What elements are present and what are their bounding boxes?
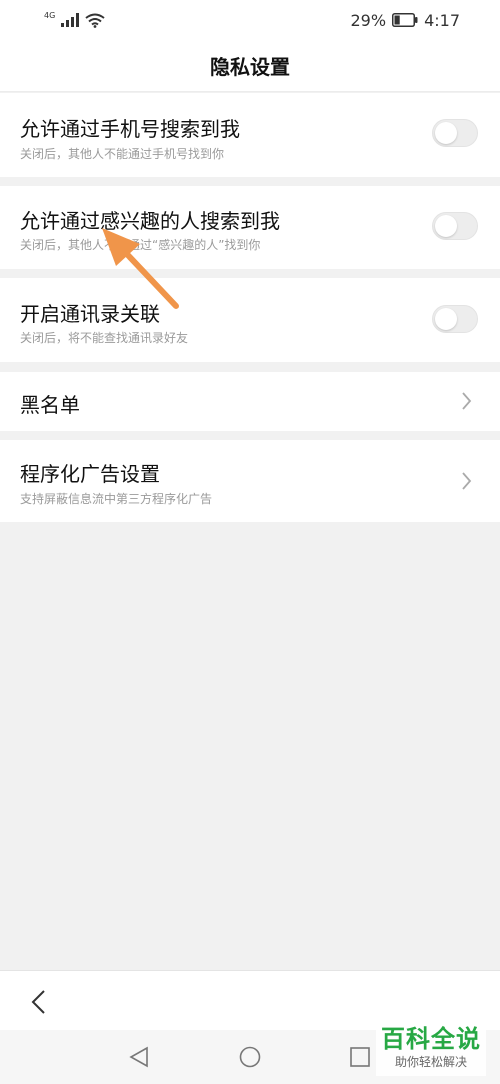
page-title: 隐私设置 <box>210 55 290 79</box>
battery-percent: 29% <box>350 10 387 30</box>
status-bar: 4G 29% 4:17 <box>0 0 500 40</box>
setting-title: 黑名单 <box>20 393 80 417</box>
nav-back-icon[interactable] <box>128 1046 150 1068</box>
page-header: 隐私设置 <box>0 40 500 92</box>
nav-home-icon[interactable] <box>239 1046 261 1068</box>
toggle-knob <box>435 215 457 237</box>
setting-title: 允许通过感兴趣的人搜索到我 <box>20 209 280 233</box>
watermark-logo: 百科全说 助你轻松解决 <box>376 1024 486 1076</box>
battery-icon <box>392 13 418 27</box>
signal-icon <box>61 13 80 27</box>
setting-subtitle: 关闭后，将不能查找通讯录好友 <box>20 331 189 345</box>
setting-row-blacklist[interactable]: 黑名单 <box>0 372 500 431</box>
nav-recents-icon[interactable] <box>350 1047 370 1067</box>
setting-subtitle: 支持屏蔽信息流中第三方程序化广告 <box>20 492 213 506</box>
network-type: 4G <box>44 11 56 20</box>
wifi-icon <box>85 13 105 28</box>
setting-row-interest-search[interactable]: 允许通过感兴趣的人搜索到我 关闭后，其他人不能通过“感兴趣的人”找到你 <box>0 186 500 269</box>
setting-title: 程序化广告设置 <box>20 462 160 486</box>
back-arrow-icon[interactable] <box>30 989 46 1015</box>
bottom-toolbar <box>0 970 500 1030</box>
setting-title: 允许通过手机号搜索到我 <box>20 117 240 141</box>
setting-row-contacts-link[interactable]: 开启通讯录关联 关闭后，将不能查找通讯录好友 <box>0 278 500 362</box>
setting-subtitle: 关闭后，其他人不能通过“感兴趣的人”找到你 <box>20 238 261 252</box>
chevron-right-icon <box>462 472 472 490</box>
phone-search-toggle[interactable] <box>432 119 478 147</box>
setting-row-phone-search[interactable]: 允许通过手机号搜索到我 关闭后，其他人不能通过手机号找到你 <box>0 93 500 177</box>
watermark-title: 百科全说 <box>381 1025 481 1053</box>
toggle-knob <box>435 308 457 330</box>
toggle-knob <box>435 122 457 144</box>
contacts-link-toggle[interactable] <box>432 305 478 333</box>
interest-search-toggle[interactable] <box>432 212 478 240</box>
setting-title: 开启通讯录关联 <box>20 302 160 326</box>
setting-subtitle: 关闭后，其他人不能通过手机号找到你 <box>20 147 225 161</box>
status-left: 4G <box>44 12 105 28</box>
watermark-subtitle: 助你轻松解决 <box>394 1055 467 1069</box>
status-right: 29% 4:17 <box>351 11 461 30</box>
chevron-right-icon <box>462 392 472 410</box>
setting-row-programmatic-ads[interactable]: 程序化广告设置 支持屏蔽信息流中第三方程序化广告 <box>0 440 500 522</box>
status-time: 4:17 <box>424 10 460 30</box>
